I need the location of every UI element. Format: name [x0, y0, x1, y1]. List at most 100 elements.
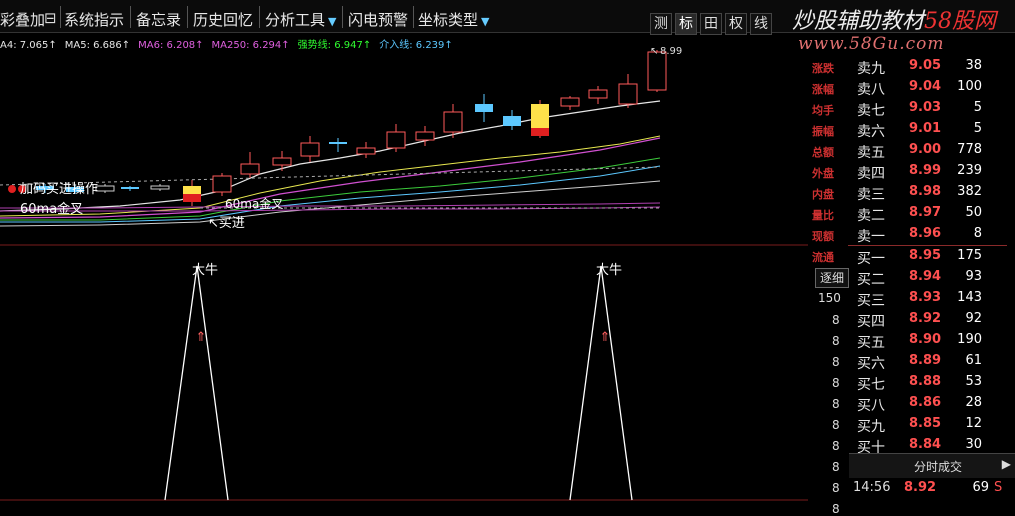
order-book-vol: 92 [965, 311, 982, 326]
order-book-vol: 61 [965, 353, 982, 368]
indicator-peak-1 [164, 265, 229, 501]
order-book-label: 买三 [857, 293, 885, 309]
detail-digit: 8 [832, 418, 840, 432]
candle [386, 124, 406, 152]
candle [95, 184, 115, 193]
order-book-row[interactable]: 卖六 9.01 5 [848, 121, 1015, 142]
order-book-label: 卖七 [857, 103, 885, 119]
chevron-right-icon[interactable]: ▶ [1002, 457, 1011, 471]
order-book-row[interactable]: 买七 8.88 53 [848, 374, 1015, 395]
time-sales-tab[interactable]: 分时成交 ▶ [849, 453, 1015, 478]
annot-buy: ↖买进 [208, 216, 245, 231]
order-book-label: 买五 [857, 335, 885, 351]
order-book-divider [848, 245, 1007, 246]
order-book-price: 8.98 [909, 184, 942, 199]
order-book-price: 8.99 [909, 163, 942, 178]
order-book-vol: 5 [973, 121, 982, 136]
up-arrow-icon-2: ⇑ [600, 330, 611, 345]
order-book-row[interactable]: 卖二 8.97 50 [848, 205, 1015, 226]
toolbar-overlay[interactable]: 彩叠加 [0, 9, 45, 30]
trade-volume: 69 [972, 480, 989, 495]
order-book-row[interactable]: 买八 8.86 28 [848, 395, 1015, 416]
candle [415, 126, 435, 146]
candle [560, 96, 580, 110]
order-book-vol: 38 [965, 58, 982, 73]
order-book-vol: 93 [965, 269, 982, 284]
measure-button[interactable]: 测 [650, 13, 672, 35]
line-button[interactable]: 线 [750, 13, 772, 35]
dashed-ref-line [0, 166, 661, 186]
watermark-logo: 炒股辅助教材58股网 [792, 9, 997, 34]
order-book-row[interactable]: 卖四 8.99 239 [848, 163, 1015, 184]
candle [121, 186, 139, 191]
order-book-row[interactable]: 买四 8.92 92 [848, 311, 1015, 332]
indicator-peak-label-2: 大牛 [596, 263, 623, 278]
order-book-label: 买六 [857, 356, 885, 372]
candle [503, 110, 521, 130]
order-book-price: 8.88 [909, 374, 942, 389]
quote-side-label: 涨幅 [812, 83, 834, 96]
quote-side-label: 流通 [812, 251, 834, 264]
order-book-price: 8.85 [909, 416, 942, 431]
order-book-row[interactable]: 买一 8.95 175 [848, 248, 1015, 269]
order-book-label: 卖五 [857, 145, 885, 161]
grid-button[interactable]: 田 [700, 13, 722, 35]
detail-digit: 8 [832, 460, 840, 474]
candle [329, 138, 347, 152]
order-book-price: 9.04 [909, 79, 942, 94]
order-book-row[interactable]: 卖一 8.96 8 [848, 226, 1015, 247]
trade-side: S [994, 480, 1003, 495]
toolbar-analysis-tools[interactable]: 分析工具 ▼ [265, 9, 336, 30]
order-book-vol: 53 [965, 374, 982, 389]
quote-side-label: 内盘 [812, 188, 834, 201]
toolbar-system-indicator[interactable]: 系统指示 [64, 9, 124, 30]
order-book-price: 9.00 [909, 142, 942, 157]
order-book-label: 买七 [857, 377, 885, 393]
order-book-vol: 239 [957, 163, 982, 178]
quote-side-label: 涨跌 [812, 62, 834, 75]
toolbar-memo[interactable]: 备忘录 [136, 9, 181, 30]
order-book-vol: 12 [965, 416, 982, 431]
order-book-label: 买二 [857, 272, 885, 288]
order-book-row[interactable]: 卖三 8.98 382 [848, 184, 1015, 205]
time-sales-tab-label: 分时成交 [914, 460, 963, 474]
order-book-row[interactable]: 买六 8.89 61 [848, 353, 1015, 374]
order-book-row[interactable]: 买九 8.85 12 [848, 416, 1015, 437]
order-book-price: 9.01 [909, 121, 942, 136]
order-book-price: 8.97 [909, 205, 942, 220]
order-book-price: 8.95 [909, 248, 942, 263]
order-book-vol: 28 [965, 395, 982, 410]
order-book-label: 卖一 [857, 229, 885, 245]
order-book-row[interactable]: 买五 8.90 190 [848, 332, 1015, 353]
order-book-vol: 50 [965, 205, 982, 220]
detail-tab[interactable]: 逐细 [815, 268, 849, 288]
order-book-label: 买一 [857, 251, 885, 267]
lock-icon[interactable]: ⊟ [44, 9, 57, 27]
toolbar-history[interactable]: 历史回忆 [193, 9, 253, 30]
candles-group [8, 50, 667, 206]
candle [183, 180, 201, 206]
detail-digit: 8 [832, 502, 840, 516]
toolbar-axis-type[interactable]: 坐标类型 ▼ [418, 9, 489, 30]
candle [618, 74, 638, 108]
high-arrow: ↖ [650, 46, 658, 57]
order-book-row[interactable]: 卖八 9.04 100 [848, 79, 1015, 100]
weight-button[interactable]: 权 [725, 13, 747, 35]
order-book-row[interactable]: 卖九 9.05 38 [848, 58, 1015, 79]
detail-digit: 8 [832, 439, 840, 453]
mark-button[interactable]: 标 [675, 13, 697, 35]
order-book-row[interactable]: 买二 8.94 93 [848, 269, 1015, 290]
order-book-row[interactable]: 买三 8.93 143 [848, 290, 1015, 311]
order-book-row[interactable]: 卖七 9.03 5 [848, 100, 1015, 121]
arrow-icon: ↖ [208, 216, 219, 231]
kline-chart: 8.99 ↖ ⇑ ⇑ [0, 46, 808, 501]
trade-time: 14:56 [853, 480, 891, 495]
trade-price: 8.92 [904, 480, 937, 495]
order-book-label: 卖八 [857, 82, 885, 98]
quote-side-label: 外盘 [812, 167, 834, 180]
toolbar-lightning-alert[interactable]: 闪电预警 [348, 9, 408, 30]
order-book-row[interactable]: 卖五 9.00 778 [848, 142, 1015, 163]
order-book-price: 9.05 [909, 58, 942, 73]
order-book-price: 9.03 [909, 100, 942, 115]
quote-side-label: 均手 [812, 104, 834, 117]
